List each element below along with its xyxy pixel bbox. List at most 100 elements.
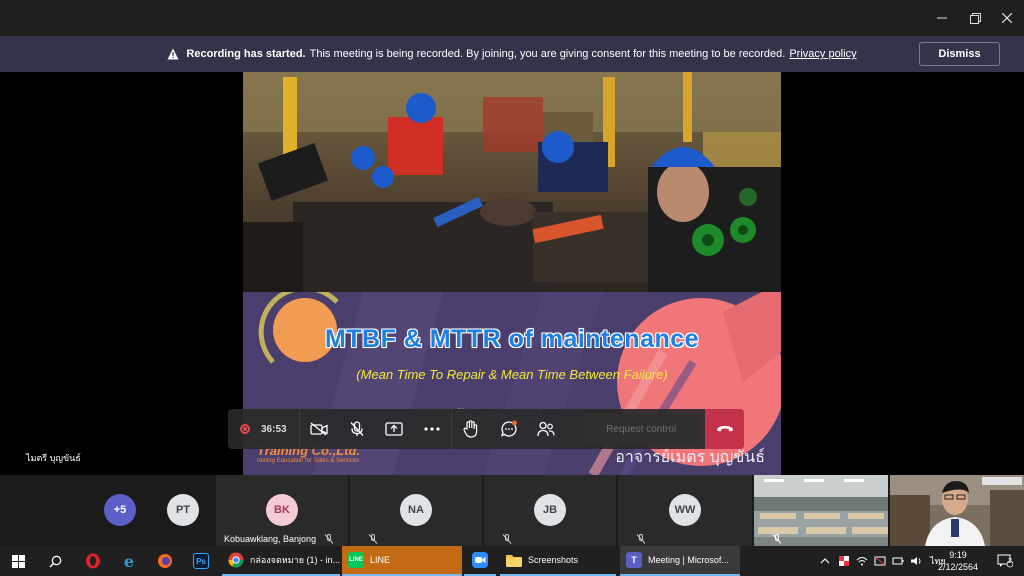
mic-off-icon xyxy=(368,534,378,544)
more-actions-button[interactable] xyxy=(413,409,451,449)
share-icon xyxy=(385,422,404,436)
window-title-bar xyxy=(0,0,1024,36)
participant-tile[interactable]: JB xyxy=(484,475,616,546)
participant-avatar: JB xyxy=(534,494,566,526)
close-icon xyxy=(1002,13,1012,23)
slide-subtitle: (Mean Time To Repair & Mean Time Between… xyxy=(356,367,668,382)
chrome-icon xyxy=(228,552,244,568)
recording-indicator: 36:53 xyxy=(228,409,301,449)
chrome-taskbar-label: กล่องจดหมาย (1) - in... xyxy=(249,555,340,565)
notification-count: 2 xyxy=(1008,558,1012,565)
edge-taskbar-button[interactable]: e xyxy=(112,546,146,576)
meeting-stage: MTBF & MTTR of maintenance (Mean Time To… xyxy=(0,72,1024,475)
svg-text:e: e xyxy=(124,553,134,569)
participant-tile[interactable]: WW xyxy=(618,475,752,546)
participant-overflow-tile: +5 PT xyxy=(0,475,214,546)
security-icon[interactable] xyxy=(838,555,850,567)
hang-up-button[interactable] xyxy=(705,409,744,449)
line-taskbar-button[interactable]: LINE LINE xyxy=(342,546,462,576)
windows-taskbar: e Ps กล่องจดหมาย (1) - in... LINE LINE S… xyxy=(0,546,1024,576)
participant-tile[interactable]: NA xyxy=(350,475,482,546)
opera-taskbar-button[interactable] xyxy=(76,546,110,576)
participant-strip: +5 PT BK Kobuawklang, Banjong NA JB WW xyxy=(0,475,1024,546)
recording-banner: Recording has started. This meeting is b… xyxy=(0,36,1024,72)
slide-photo xyxy=(243,72,781,292)
close-window-button[interactable] xyxy=(990,0,1024,36)
opera-icon xyxy=(86,553,100,569)
participant-video-classroom[interactable] xyxy=(754,475,888,546)
zoom-icon xyxy=(472,552,488,568)
raise-hand-button[interactable] xyxy=(452,409,490,449)
participant-avatar: NA xyxy=(400,494,432,526)
chevron-up-icon[interactable] xyxy=(820,558,830,564)
restore-icon xyxy=(969,12,981,24)
mic-off-icon xyxy=(636,534,646,544)
zoom-taskbar-button[interactable] xyxy=(464,546,496,576)
privacy-policy-link[interactable]: Privacy policy xyxy=(789,48,856,60)
participant-avatar: BK xyxy=(266,494,298,526)
participant-name: Kobuawklang, Banjong xyxy=(224,534,317,544)
windows-icon xyxy=(11,554,25,568)
line-taskbar-label: LINE xyxy=(370,555,391,565)
internet-explorer-icon: e xyxy=(124,553,134,569)
mic-off-icon xyxy=(350,421,364,436)
raise-hand-icon xyxy=(463,420,477,438)
camera-toggle-button[interactable] xyxy=(300,409,338,449)
warning-icon xyxy=(167,48,179,60)
photoshop-taskbar-button[interactable]: Ps xyxy=(184,546,218,576)
notification-center-button[interactable]: 2 xyxy=(994,546,1016,576)
participant-avatar: WW xyxy=(669,494,701,526)
recording-banner-title: Recording has started. xyxy=(186,48,306,60)
participants-button[interactable] xyxy=(527,409,565,449)
more-icon xyxy=(424,427,440,431)
chat-button[interactable] xyxy=(490,409,528,449)
participant-tile[interactable]: BK Kobuawklang, Banjong xyxy=(216,475,348,546)
presenter-name-label: ไมตรี บุญขันธ์ xyxy=(26,453,81,463)
taskbar-clock[interactable]: 9:19 2/12/2564 xyxy=(930,549,986,573)
folder-icon xyxy=(506,555,522,567)
clock-time: 9:19 xyxy=(949,550,967,560)
screenshots-taskbar-button[interactable]: Screenshots xyxy=(500,546,616,576)
chrome-taskbar-button[interactable]: กล่องจดหมาย (1) - in... xyxy=(222,546,340,576)
start-button[interactable] xyxy=(0,546,36,576)
mic-off-icon xyxy=(324,534,334,544)
mic-toggle-button[interactable] xyxy=(338,409,376,449)
overflow-participants-button[interactable]: +5 xyxy=(104,494,136,526)
line-icon: LINE xyxy=(348,552,364,568)
participants-icon xyxy=(537,421,555,437)
request-control-button[interactable]: Request control xyxy=(583,414,700,444)
meeting-toolbar: 36:53 Request control xyxy=(228,409,744,449)
teams-taskbar-label: Meeting | Microsof... xyxy=(648,555,729,565)
mic-off-icon xyxy=(502,534,512,544)
screenshots-taskbar-label: Screenshots xyxy=(528,555,579,565)
camera-off-icon xyxy=(310,422,328,436)
participant-avatar: PT xyxy=(167,494,199,526)
share-screen-button[interactable] xyxy=(376,409,414,449)
teams-taskbar-button[interactable]: T Meeting | Microsof... xyxy=(620,546,740,576)
battery-icon[interactable] xyxy=(892,556,904,566)
firefox-taskbar-button[interactable] xyxy=(148,546,182,576)
restore-button[interactable] xyxy=(958,0,992,36)
volume-icon[interactable] xyxy=(910,556,922,566)
minimize-icon xyxy=(937,17,947,19)
clock-date: 2/12/2564 xyxy=(937,562,979,572)
system-tray: ไทย xyxy=(820,546,946,576)
photoshop-icon: Ps xyxy=(193,553,209,569)
record-icon xyxy=(240,424,250,434)
chat-icon xyxy=(500,420,517,437)
hang-up-icon xyxy=(716,426,733,432)
meeting-timer: 36:53 xyxy=(261,423,287,435)
slide-title: MTBF & MTTR of maintenance xyxy=(324,325,700,353)
minimize-button[interactable] xyxy=(925,0,959,36)
dismiss-button[interactable]: Dismiss xyxy=(919,42,1000,66)
firefox-icon xyxy=(158,554,172,568)
search-icon xyxy=(49,555,61,567)
mic-off-icon xyxy=(772,534,782,544)
search-button[interactable] xyxy=(38,546,72,576)
wifi-icon[interactable] xyxy=(856,556,868,566)
slide-company-tagline: raining Education for Sales & Services xyxy=(257,458,360,464)
camera-tray-icon[interactable] xyxy=(874,555,886,567)
recording-banner-message: This meeting is being recorded. By joini… xyxy=(309,48,786,60)
participant-video-presenter[interactable] xyxy=(890,475,1024,546)
presenter-video xyxy=(890,475,1024,546)
